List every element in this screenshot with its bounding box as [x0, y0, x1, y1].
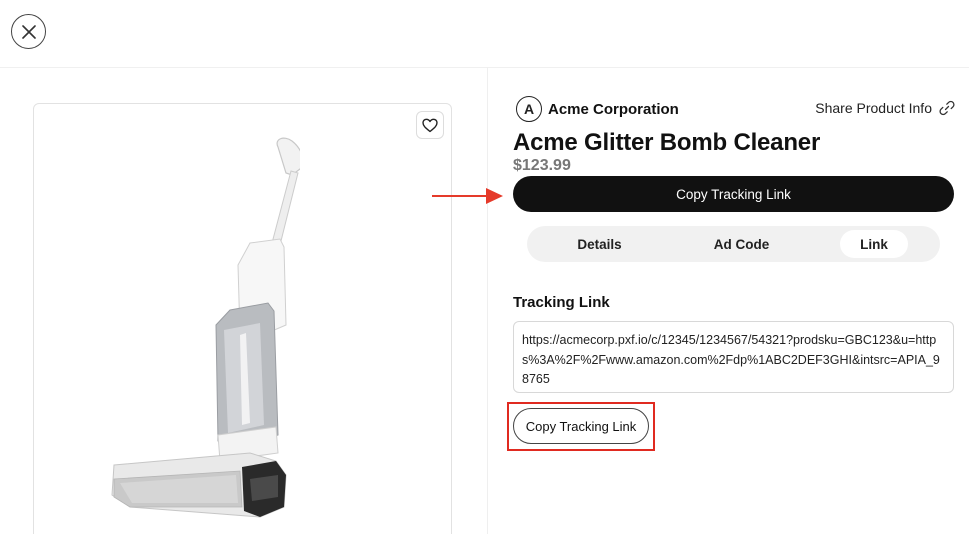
tab-link[interactable]: Link	[840, 230, 908, 258]
close-icon	[21, 24, 36, 39]
product-image	[111, 137, 300, 518]
favorite-button[interactable]	[416, 111, 444, 139]
red-arrow-annotation	[432, 188, 503, 204]
close-button[interactable]	[11, 14, 46, 49]
tracking-link-field[interactable]: https://acmecorp.pxf.io/c/12345/1234567/…	[513, 321, 954, 393]
copy-tracking-link-button[interactable]: Copy Tracking Link	[513, 408, 649, 444]
copy-tracking-link-primary-button[interactable]: Copy Tracking Link	[513, 176, 954, 212]
heart-icon	[422, 118, 438, 132]
column-divider	[487, 67, 488, 534]
share-label: Share Product Info	[815, 100, 932, 116]
tab-ad-code[interactable]: Ad Code	[699, 230, 784, 258]
brand-logo: A	[516, 96, 542, 122]
tab-details[interactable]: Details	[557, 230, 642, 258]
link-icon	[939, 100, 955, 116]
header-divider	[0, 67, 969, 68]
tab-bar: Details Ad Code Link	[527, 226, 940, 262]
brand: A Acme Corporation	[516, 96, 679, 122]
product-title: Acme Glitter Bomb Cleaner	[513, 129, 821, 156]
tracking-link-heading: Tracking Link	[513, 294, 610, 311]
product-price: $123.99	[513, 157, 571, 174]
share-product-info-link[interactable]: Share Product Info	[815, 100, 955, 116]
brand-name: Acme Corporation	[548, 100, 679, 118]
